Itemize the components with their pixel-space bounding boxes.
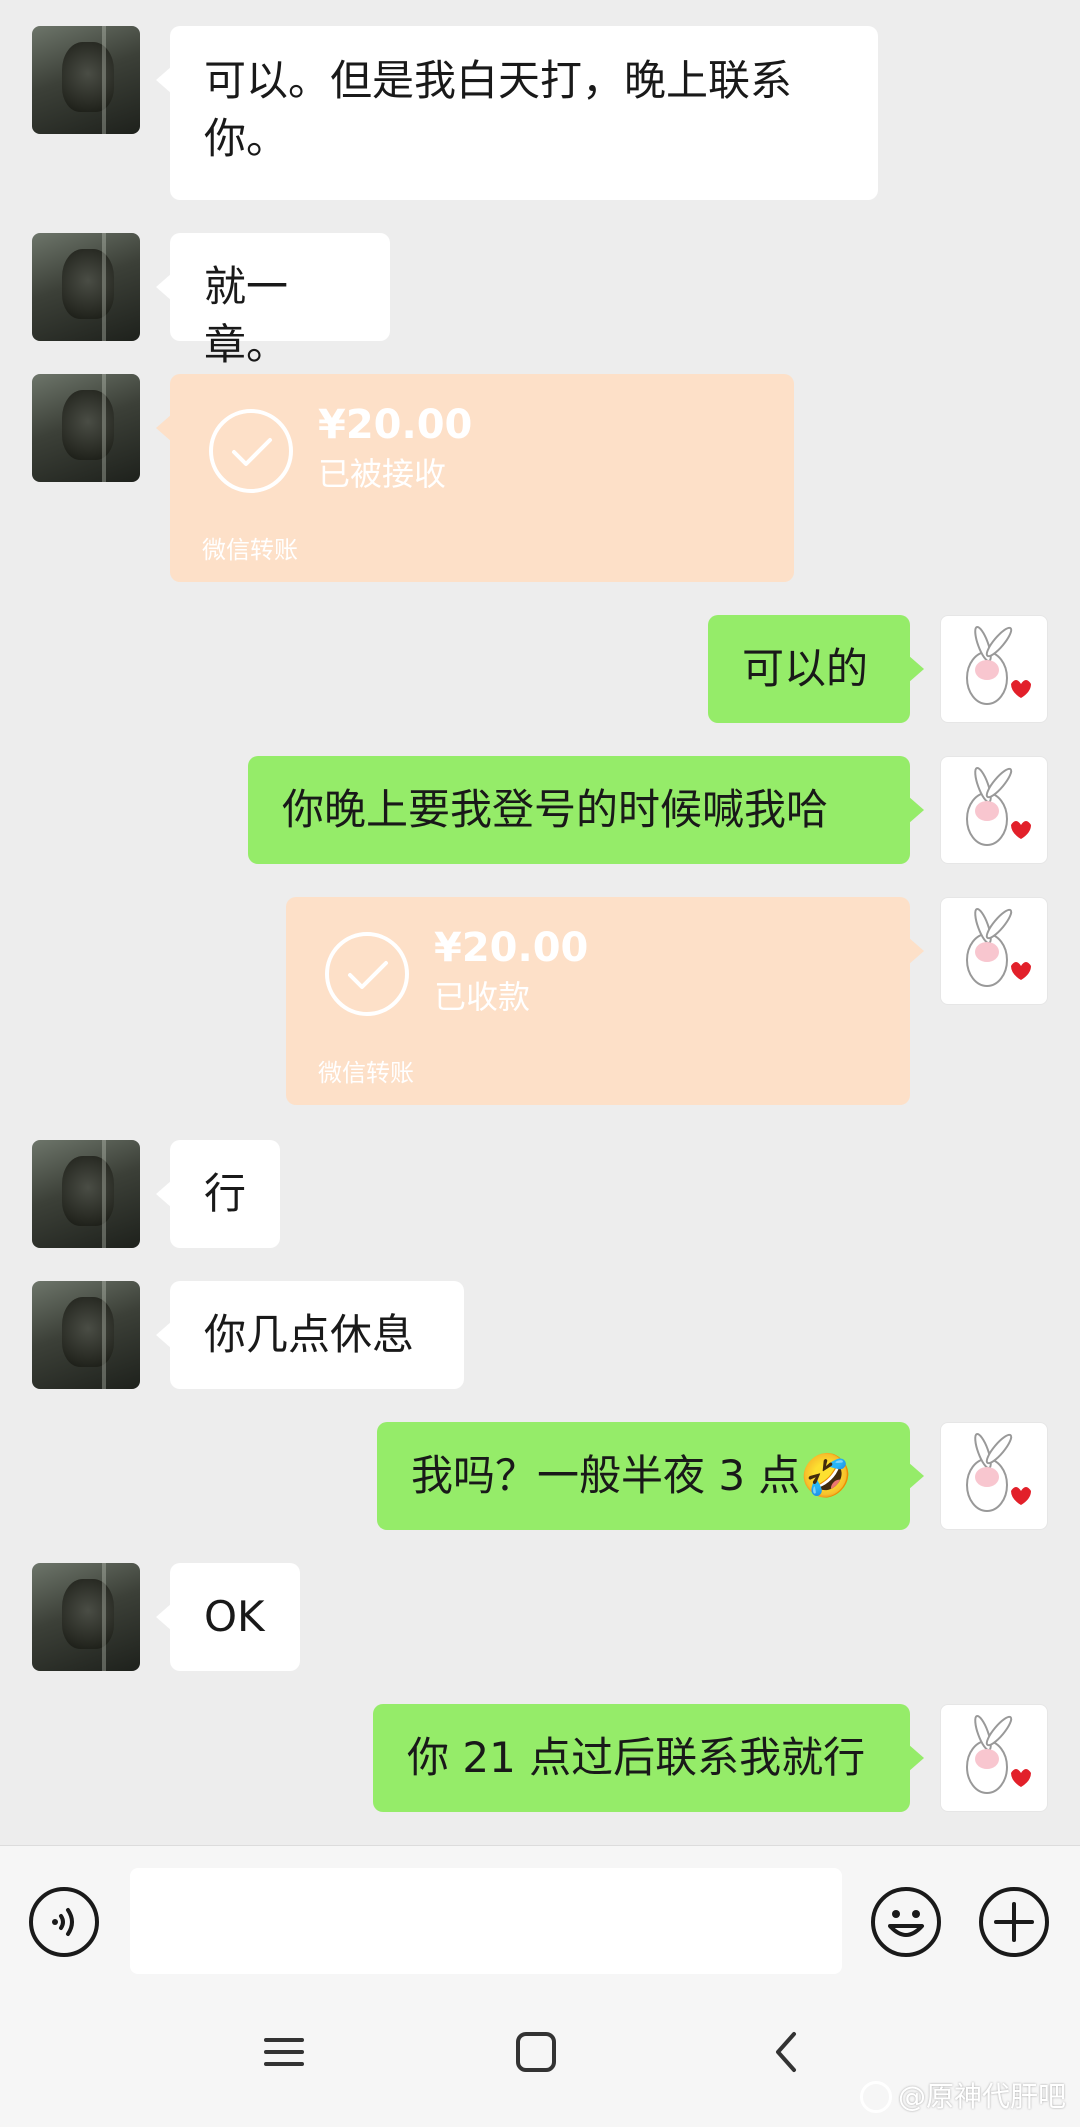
message-row: 你晚上要我登号的时候喊我哈 (0, 756, 1080, 864)
contact-avatar[interactable] (32, 1281, 140, 1389)
watermark-text: @原神代肝吧 (897, 2080, 1066, 2113)
contact-avatar[interactable] (32, 1140, 140, 1248)
message-row: ¥20.00 已收款 微信转账 (0, 897, 1080, 1105)
outgoing-message-bubble[interactable]: 你 21 点过后联系我就行 (373, 1704, 924, 1812)
message-row: 可以。但是我白天打，晚上联系你。 (0, 26, 1080, 200)
rabbit-avatar-image (966, 1714, 1031, 1794)
message-row: ¥20.00 已被接收 微信转账 (0, 374, 1080, 582)
message-row: 就一章。 (0, 233, 1080, 369)
chat-area: 可以。但是我白天打，晚上联系你。 就一章。 ¥20.00 已被接收 微信转账 可… (0, 0, 1080, 1845)
outgoing-message-bubble[interactable]: 你晚上要我登号的时候喊我哈 (248, 756, 924, 864)
contact-avatar[interactable] (32, 1563, 140, 1671)
check-icon (209, 409, 293, 493)
home-icon[interactable] (506, 2022, 566, 2082)
incoming-message-bubble[interactable]: 就一章。 (156, 233, 390, 369)
emoji-icon[interactable] (870, 1886, 942, 1958)
message-row: OK (0, 1563, 1080, 1671)
transfer-footer: 微信转账 (318, 1059, 414, 1087)
outgoing-message-bubble[interactable]: 我吗？一般半夜 3 点🤣 (377, 1422, 924, 1530)
rabbit-avatar-image (966, 625, 1031, 705)
transfer-footer: 微信转账 (202, 536, 298, 564)
weibo-icon (859, 2081, 892, 2113)
transfer-amount: ¥20.00 (318, 402, 473, 448)
check-icon (325, 932, 409, 1016)
my-avatar[interactable] (940, 1422, 1048, 1530)
plus-icon[interactable] (978, 1886, 1050, 1958)
message-row: 我吗？一般半夜 3 点🤣 (0, 1422, 1080, 1530)
my-avatar[interactable] (940, 897, 1048, 1005)
back-icon[interactable] (756, 2022, 816, 2082)
transfer-card-received[interactable]: ¥20.00 已被接收 微信转账 (156, 374, 794, 582)
contact-avatar[interactable] (32, 233, 140, 341)
transfer-amount: ¥20.00 (434, 925, 589, 971)
my-avatar[interactable] (940, 756, 1048, 864)
voice-icon[interactable] (28, 1886, 100, 1958)
contact-avatar[interactable] (32, 26, 140, 134)
incoming-message-bubble[interactable]: 行 (156, 1140, 280, 1248)
message-row: 可以的 (0, 615, 1080, 723)
my-avatar[interactable] (940, 615, 1048, 723)
incoming-message-bubble[interactable]: 你几点休息 (156, 1281, 464, 1389)
message-row: 你几点休息 (0, 1281, 1080, 1389)
transfer-status: 已被接收 (318, 455, 447, 493)
message-input[interactable] (130, 1868, 842, 1974)
menu-icon[interactable] (254, 2022, 314, 2082)
rabbit-avatar-image (966, 766, 1031, 846)
incoming-message-bubble[interactable]: OK (156, 1563, 300, 1671)
rabbit-avatar-image (966, 907, 1031, 987)
transfer-card-collected[interactable]: ¥20.00 已收款 微信转账 (286, 897, 924, 1105)
message-row: 你 21 点过后联系我就行 (0, 1704, 1080, 1812)
rabbit-avatar-image (966, 1432, 1031, 1512)
watermark: @原神代肝吧 (859, 2077, 1066, 2117)
outgoing-message-bubble[interactable]: 可以的 (708, 615, 924, 723)
incoming-message-bubble[interactable]: 可以。但是我白天打，晚上联系你。 (156, 26, 878, 200)
input-bar (0, 1845, 1080, 1977)
transfer-status: 已收款 (434, 978, 531, 1016)
message-row: 行 (0, 1140, 1080, 1248)
my-avatar[interactable] (940, 1704, 1048, 1812)
contact-avatar[interactable] (32, 374, 140, 482)
